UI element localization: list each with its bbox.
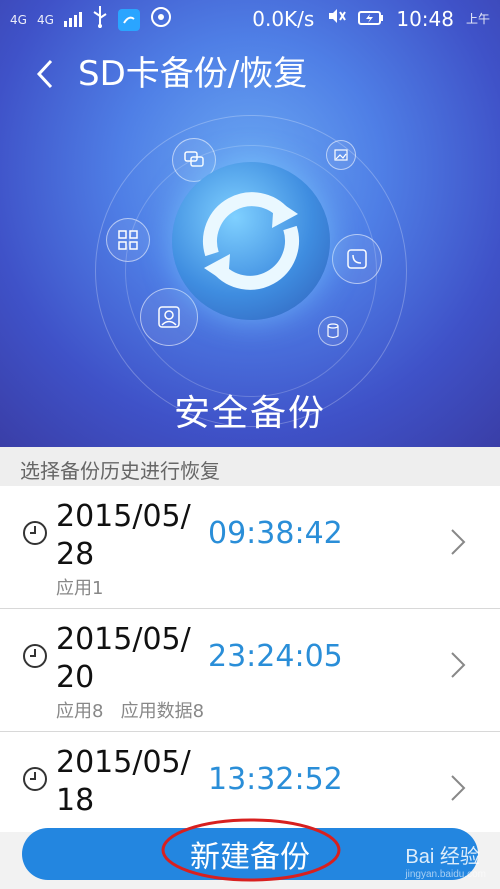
backup-date: 2015/05/20	[56, 622, 191, 695]
clock-icon	[23, 521, 47, 545]
clock-time: 10:48	[396, 6, 454, 31]
am-pm: 上午	[465, 12, 490, 26]
network-speed: 0.0K/s	[252, 6, 315, 31]
chevron-right-icon	[451, 652, 466, 678]
apps-icon	[106, 218, 150, 262]
status-bar: 4G 4G 0.0K/s 10:48 上午	[0, 0, 500, 36]
hero-caption: 安全备份	[173, 393, 326, 434]
hero-banner: 4G 4G 0.0K/s 10:48 上午 SD卡备份/恢复 安全备份	[0, 0, 500, 447]
vpn-icon	[150, 6, 172, 33]
chevron-right-icon	[451, 775, 466, 801]
backup-time: 23:24:05	[208, 639, 343, 674]
app-icon	[117, 8, 140, 31]
list-header-label: 选择备份历史进行恢复	[20, 459, 220, 483]
page-title: SD卡备份/恢复	[78, 54, 308, 94]
battery-icon	[358, 7, 384, 31]
backup-item[interactable]: 2015/05/18 13:32:52	[0, 732, 500, 832]
database-icon	[318, 316, 348, 346]
backup-item[interactable]: 2015/05/20 23:24:05 应用8 应用数据8	[0, 609, 500, 732]
backup-time: 13:32:52	[208, 762, 343, 797]
backup-date: 2015/05/18	[56, 745, 191, 818]
title-bar: SD卡备份/恢复	[0, 46, 500, 106]
back-arrow-icon	[36, 59, 53, 89]
new-backup-label: 新建备份	[190, 840, 310, 875]
network-4g-label-2: 4G	[36, 12, 54, 27]
sync-icon	[172, 162, 330, 320]
list-section-header: 选择备份历史进行恢复	[0, 447, 500, 486]
clock-icon	[23, 767, 47, 791]
baidu-watermark: Bai 经验 jingyan.baidu.com	[405, 840, 486, 880]
mute-icon	[326, 6, 347, 31]
backup-time: 09:38:42	[208, 516, 343, 551]
back-button[interactable]	[24, 52, 64, 96]
network-4g-label: 4G	[10, 12, 27, 27]
watermark-text: Bai 经验	[405, 846, 480, 868]
clock-icon	[23, 644, 47, 668]
image-icon	[326, 140, 356, 170]
backup-date: 2015/05/28	[56, 499, 191, 572]
chevron-right-icon	[451, 529, 466, 555]
signal-icon	[63, 8, 82, 32]
backup-item[interactable]: 2015/05/28 09:38:42 应用1	[0, 486, 500, 609]
backup-meta: 应用8 应用数据8	[56, 701, 205, 722]
watermark-sub: jingyan.baidu.com	[405, 869, 486, 880]
usb-icon	[92, 6, 108, 33]
backup-meta: 应用1	[56, 578, 104, 599]
phone-icon	[332, 234, 382, 284]
